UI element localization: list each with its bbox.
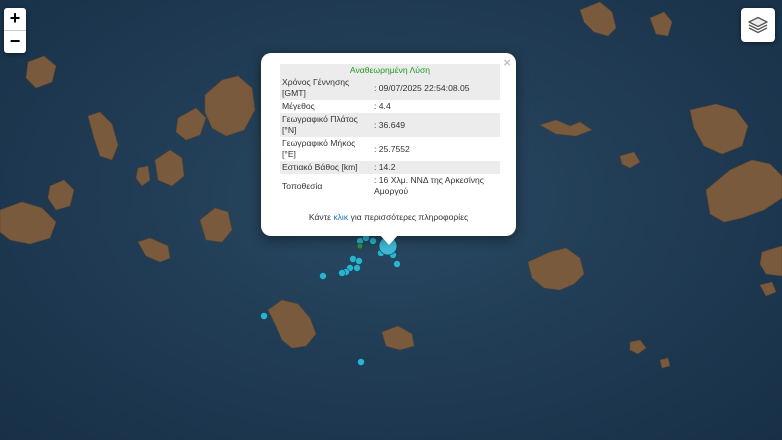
popup-header: Αναθεωρημένη Λύση: [280, 64, 500, 76]
island-astypalaia: [759, 245, 782, 277]
quake-marker: [260, 312, 268, 320]
island-amorgos: [527, 247, 585, 291]
more-info-prefix: Κάντε: [308, 212, 334, 222]
magnitude-label: Μέγεθος: [282, 101, 315, 111]
island-samos: [689, 103, 749, 155]
layers-icon: [748, 16, 768, 34]
more-info-text: Κάντε κλικ για περισσότερες πληροφορίες: [261, 212, 516, 222]
latitude-value: : 36.649: [372, 113, 500, 137]
quake-marker: [357, 358, 365, 366]
island-small-4: [619, 151, 641, 169]
more-info-link[interactable]: κλικ: [333, 212, 348, 222]
earthquake-popup: × Αναθεωρημένη Λύση Χρόνος Γέννησης [GMT…: [261, 53, 516, 245]
table-row: Τοποθεσία : 16 Χλμ. ΝΝΔ της Αρκεσίνης Αμ…: [280, 174, 500, 198]
table-row: Χρόνος Γέννησης [GMT] : 09/07/2025 22:54…: [280, 76, 500, 100]
island-anafi: [381, 325, 415, 351]
magnitude-value: : 4.4: [374, 101, 391, 111]
island-patmos: [579, 1, 617, 37]
island-naxos: [199, 207, 233, 243]
location-value: : 16 Χλμ. ΝΝΔ της Αρκεσίνης Αμοργού: [374, 175, 484, 196]
popup-tip: [380, 235, 398, 245]
quake-marker: [393, 260, 401, 268]
island-small-1: [629, 339, 647, 355]
island-delos: [175, 107, 207, 141]
location-label: Τοποθεσία: [282, 180, 323, 191]
table-row: Μέγεθος : 4.4: [280, 100, 500, 113]
quake-marker: [369, 237, 377, 245]
depth-label: Εστιακό Βάθος [km]: [280, 161, 372, 174]
longitude-value: : 25.7552: [374, 143, 410, 154]
map-canvas[interactable]: + − × Αναθεωρημένη Λύση Χρόνος Γέννησης …: [0, 0, 782, 440]
island-fourni: [539, 119, 593, 137]
quake-marker: [353, 264, 361, 272]
island-syros: [87, 111, 119, 161]
depth-value: : 14.2: [372, 161, 500, 174]
island-milos: [0, 201, 57, 245]
origin-time-value: : 09/07/2025 22:54:08.05: [372, 76, 500, 100]
more-info-suffix: για περισσότερες πληροφορίες: [348, 212, 469, 222]
quake-marker: [338, 269, 346, 277]
longitude-label: Γεωγραφικό Μήκος [°E]: [282, 138, 356, 159]
island-sifnos: [47, 179, 75, 211]
island-kalymnos: [705, 159, 782, 223]
island-small-3: [759, 281, 777, 297]
zoom-control: + −: [4, 8, 26, 53]
island-leros: [649, 11, 673, 37]
older-quake-marker: [356, 242, 364, 250]
island-antiparos: [135, 165, 151, 187]
quake-marker: [319, 272, 327, 280]
table-row: Γεωγραφικό Πλάτος [°N] : 36.649: [280, 113, 500, 137]
island-folegandros: [137, 237, 171, 263]
island-small-2: [659, 357, 671, 369]
island-santorini: [267, 299, 317, 349]
earthquake-info-table: Αναθεωρημένη Λύση Χρόνος Γέννησης [GMT] …: [280, 64, 500, 198]
island-kythnos: [25, 55, 57, 89]
zoom-out-button[interactable]: −: [4, 30, 26, 53]
table-row: Γεωγραφικό Μήκος [°E] : 25.7552: [280, 137, 500, 161]
quake-marker: [355, 257, 363, 265]
table-row: Εστιακό Βάθος [km] : 14.2: [280, 161, 500, 174]
island-mykonos: [204, 75, 256, 137]
latitude-label: Γεωγραφικό Πλάτος [°N]: [280, 113, 372, 137]
island-paros: [154, 149, 185, 187]
popup-close-button[interactable]: ×: [503, 55, 511, 70]
layers-button[interactable]: [741, 8, 775, 42]
origin-time-label: Χρόνος Γέννησης [GMT]: [280, 76, 372, 100]
zoom-in-button[interactable]: +: [4, 8, 26, 30]
